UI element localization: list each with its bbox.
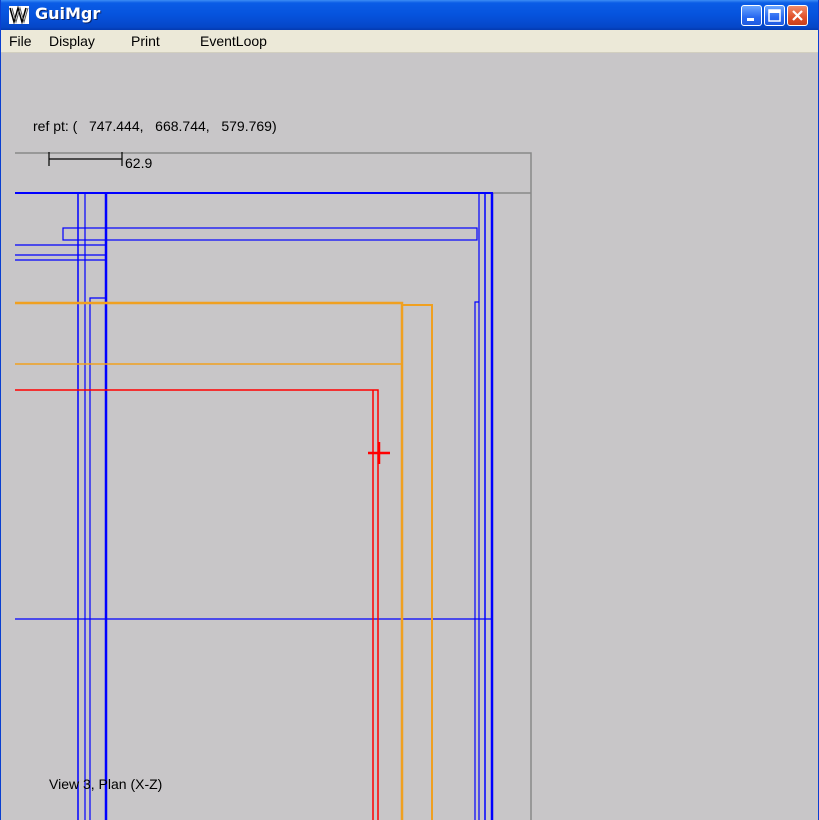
scale-bar <box>48 152 123 166</box>
guimgr-app-icon <box>9 6 29 24</box>
maximize-button[interactable] <box>764 5 785 26</box>
maximize-icon <box>768 9 781 22</box>
ref-point-readout: ref pt: ( 747.444, 668.744, 579.769) <box>33 118 277 134</box>
scale-label: 62.9 <box>125 155 153 171</box>
menu-file[interactable]: File <box>9 33 32 49</box>
view-label: View 3, Plan (X-Z) <box>49 776 163 792</box>
title-bar[interactable]: GuiMgr <box>1 0 818 30</box>
close-button[interactable] <box>787 5 808 26</box>
minimize-icon <box>747 18 754 21</box>
menu-bar: File Display Print EventLoop <box>1 30 818 53</box>
app-window: GuiMgr File Display Print EventLoop ref … <box>0 0 819 820</box>
minimize-button[interactable] <box>741 5 762 26</box>
menu-print[interactable]: Print <box>131 33 160 49</box>
close-icon <box>792 10 803 21</box>
menu-display[interactable]: Display <box>49 33 95 49</box>
menu-eventloop[interactable]: EventLoop <box>200 33 267 49</box>
view-frame <box>15 152 532 820</box>
drawing-canvas[interactable] <box>1 53 818 820</box>
blue-outlines <box>15 192 494 820</box>
red-outlines <box>15 389 390 820</box>
window-title: GuiMgr <box>35 4 101 23</box>
